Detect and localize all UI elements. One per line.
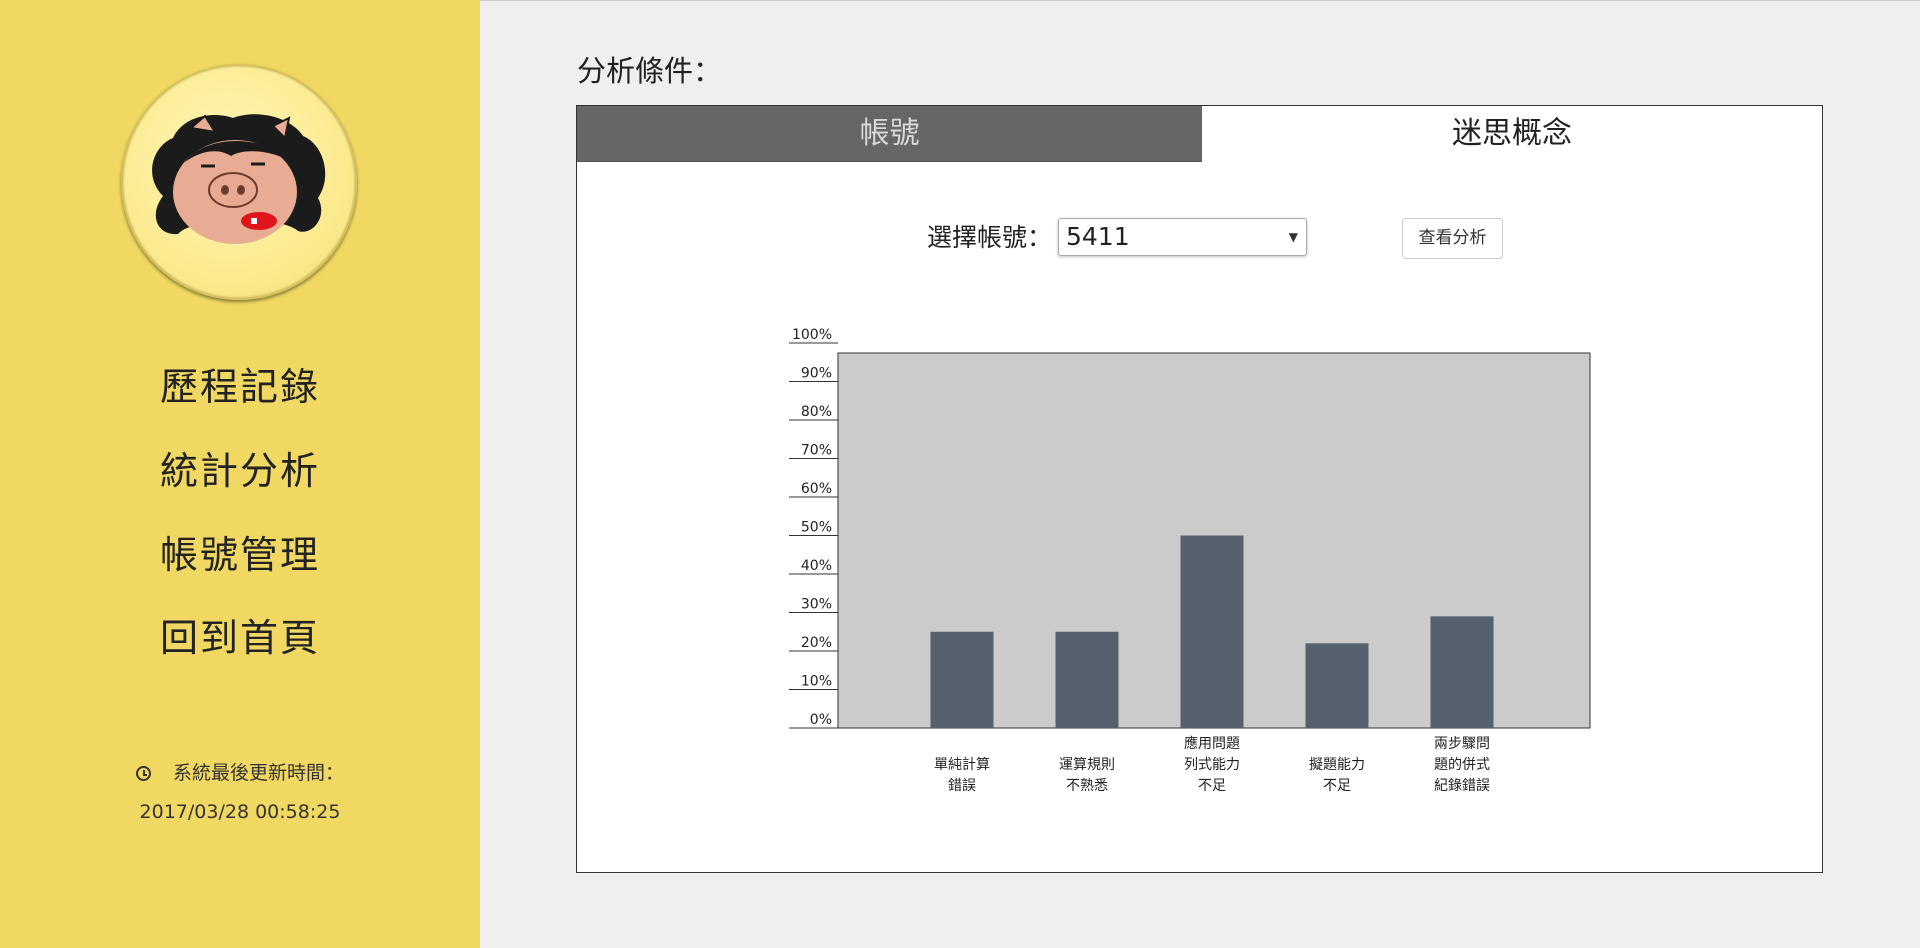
avatar[interactable] xyxy=(121,64,357,300)
update-info: 系統最後更新時間： xyxy=(0,758,480,785)
x-tick-label: 擬題能力不足 xyxy=(1309,757,1365,794)
nav-account-management[interactable]: 帳號管理 xyxy=(0,524,480,579)
bar xyxy=(1180,535,1244,728)
update-label: 系統最後更新時間： xyxy=(172,762,344,784)
y-tick-label: 70% xyxy=(801,443,832,459)
y-tick-label: 90% xyxy=(801,366,832,382)
y-tick-label: 50% xyxy=(801,520,832,536)
y-tick-label: 40% xyxy=(801,558,832,574)
pig-avatar-icon xyxy=(152,114,326,244)
y-tick-label: 30% xyxy=(801,597,832,613)
x-tick-label: 單純計算錯誤 xyxy=(934,757,990,794)
analysis-panel: 帳號 迷思概念 選擇帳號： 5411 ▼ 查看分析 0% 10% 20% 30% 40%… xyxy=(576,105,1823,873)
clock-icon xyxy=(135,766,151,781)
bar xyxy=(930,631,994,728)
nav-home[interactable]: 回到首頁 xyxy=(0,607,480,662)
page-title: 分析條件： xyxy=(577,54,723,88)
y-tick-label: 10% xyxy=(801,674,832,690)
y-tick-label: 60% xyxy=(801,481,832,497)
bar xyxy=(1305,643,1369,728)
misconception-bar-chart: 0% 10% 20% 30% 40% 50% 60% 70% 80% 90% 100% 單純計算錯誤 運… xyxy=(789,327,1591,794)
y-tick-label: 80% xyxy=(801,404,832,420)
y-tick-label: 100% xyxy=(792,327,832,343)
y-tick-label: 0% xyxy=(810,712,832,728)
nav-history[interactable]: 歷程記錄 xyxy=(0,356,480,411)
sidebar: 歷程記錄 統計分析 帳號管理 回到首頁 系統最後更新時間： 2017/03/28… xyxy=(0,0,480,948)
update-time: 2017/03/28 00:58:25 xyxy=(139,801,341,823)
nav-statistics[interactable]: 統計分析 xyxy=(0,440,480,495)
x-tick-label: 應用問題列式能力不足 xyxy=(1184,735,1240,794)
bar xyxy=(1055,631,1119,728)
x-tick-label: 兩步驟問題的併式紀錄錯誤 xyxy=(1434,736,1490,794)
x-tick-label: 運算規則不熟悉 xyxy=(1059,757,1115,794)
bar xyxy=(1430,616,1494,728)
y-tick-label: 20% xyxy=(801,635,832,651)
